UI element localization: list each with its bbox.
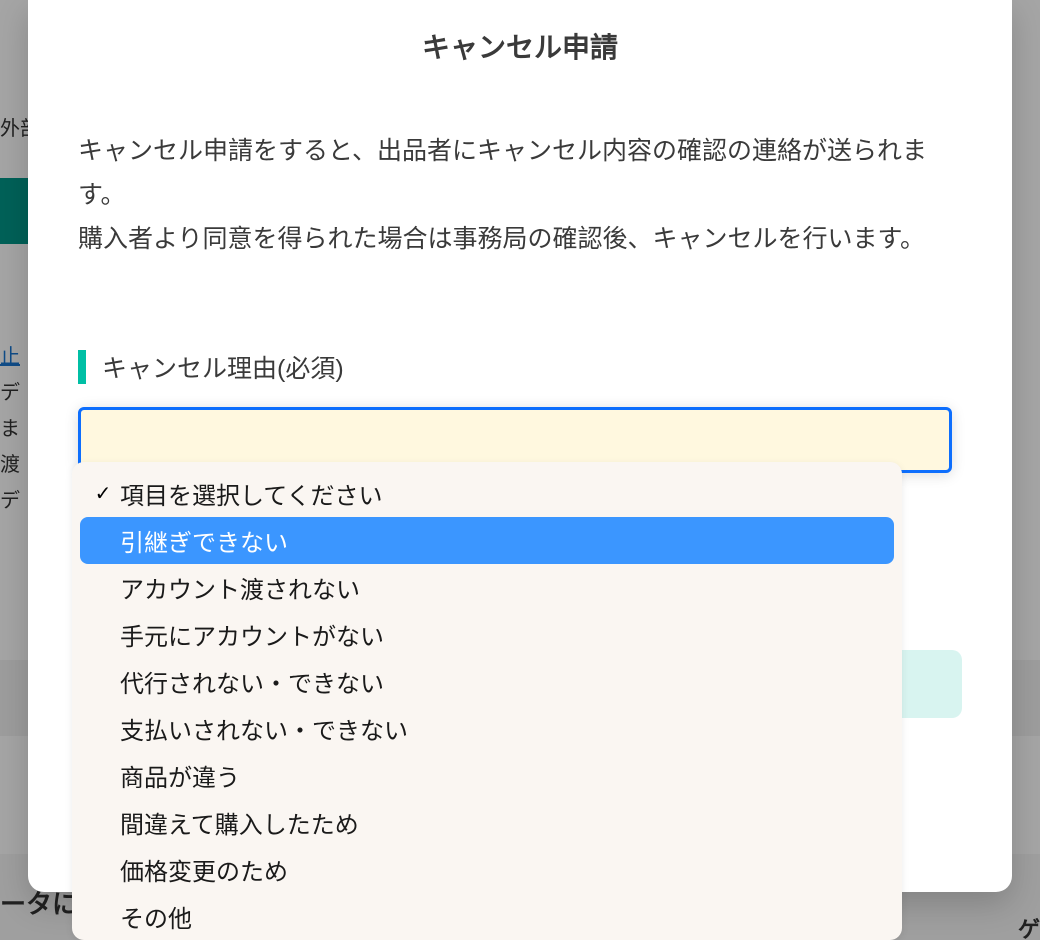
reason-option-placeholder[interactable]: ✓項目を選択してください bbox=[80, 470, 894, 517]
reason-option[interactable]: 支払いされない・できない bbox=[80, 705, 894, 752]
reason-option-label: 商品が違う bbox=[120, 758, 240, 793]
reason-option[interactable]: 価格変更のため bbox=[80, 846, 894, 893]
reason-option-label: 間違えて購入したため bbox=[120, 805, 359, 840]
reason-option[interactable]: アカウント渡されない bbox=[80, 564, 894, 611]
reason-option[interactable]: 間違えて購入したため bbox=[80, 799, 894, 846]
reason-option-label: 手元にアカウントがない bbox=[120, 617, 384, 652]
reason-option[interactable]: 代行されない・できない bbox=[80, 658, 894, 705]
reason-option[interactable]: 手元にアカウントがない bbox=[80, 611, 894, 658]
modal-body: キャンセル申請をすると、出品者にキャンセル内容の確認の連絡が送られます。 購入者… bbox=[28, 70, 1012, 473]
reason-option-label: 支払いされない・できない bbox=[120, 711, 408, 746]
reason-option-label: 項目を選択してください bbox=[120, 476, 383, 511]
reason-option-label: アカウント渡されない bbox=[120, 570, 360, 605]
reason-option[interactable]: 引継ぎできない bbox=[80, 517, 894, 564]
reason-section-header: キャンセル理由(必須) bbox=[78, 349, 952, 385]
section-accent-bar bbox=[78, 350, 86, 384]
modal-description-line: キャンセル申請をすると、出品者にキャンセル内容の確認の連絡が送られます。 bbox=[78, 137, 927, 209]
reason-option-label: 引継ぎできない bbox=[120, 523, 288, 558]
reason-option-label: 価格変更のため bbox=[120, 852, 288, 887]
reason-section-label: キャンセル理由(必須) bbox=[102, 349, 344, 385]
reason-option-label: その他 bbox=[120, 899, 192, 934]
modal-description: キャンセル申請をすると、出品者にキャンセル内容の確認の連絡が送られます。 購入者… bbox=[78, 130, 952, 261]
reason-option[interactable]: その他 bbox=[80, 893, 894, 940]
reason-option-label: 代行されない・できない bbox=[120, 664, 384, 699]
checkmark-icon: ✓ bbox=[90, 481, 116, 506]
reason-option[interactable]: 商品が違う bbox=[80, 752, 894, 799]
modal-title: キャンセル申請 bbox=[28, 20, 1012, 70]
modal-description-line: 購入者より同意を得られた場合は事務局の確認後、キャンセルを行います。 bbox=[78, 225, 925, 253]
reason-options-list[interactable]: ✓項目を選択してください引継ぎできないアカウント渡されない手元にアカウントがない… bbox=[72, 462, 902, 940]
